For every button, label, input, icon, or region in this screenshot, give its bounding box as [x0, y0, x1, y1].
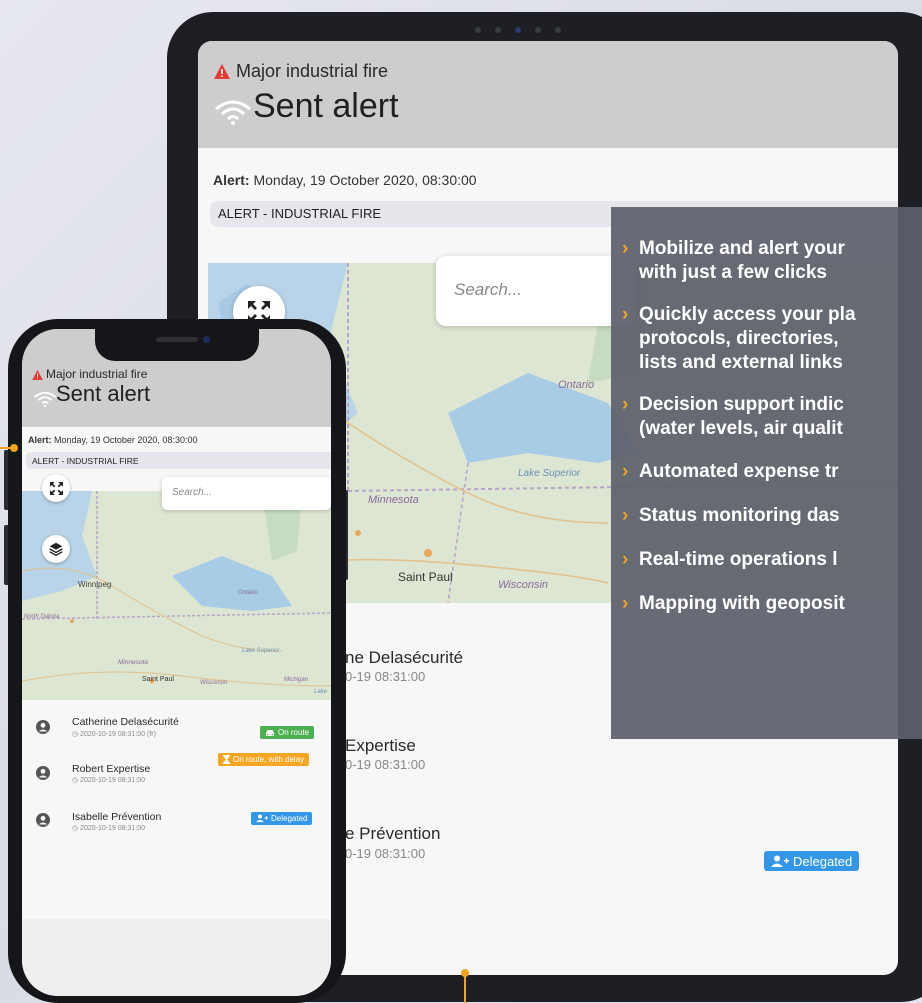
page-title: Sent alert — [56, 381, 151, 406]
alert-datetime: Monday, 19 October 2020, 08:30:00 — [54, 435, 198, 445]
map-label-ontario: Ontario — [558, 379, 594, 391]
wifi-icon — [215, 100, 251, 125]
badge-label: Delegated — [793, 853, 853, 869]
add-user-icon — [256, 814, 268, 823]
layers-button[interactable] — [42, 535, 70, 563]
status-badge-delayed: On route, with delay — [218, 753, 310, 766]
hourglass-icon — [223, 755, 230, 764]
feature-item: › Decision support indic (water levels, … — [622, 394, 844, 439]
badge-label: Delegated — [271, 814, 308, 823]
responder-name: Expertise — [345, 736, 416, 755]
alert-message-bar: ALERT - INDUSTRIAL FIRE — [26, 452, 331, 469]
alert-datetime: Monday, 19 October 2020, 08:30:00 — [253, 172, 477, 188]
responder-time: 0-19 08:31:00 — [345, 757, 426, 772]
feature-item: › Real-time operations l — [622, 549, 838, 570]
feature-item: › Quickly access your pla protocols, dir… — [622, 304, 856, 373]
car-icon — [266, 729, 274, 736]
alert-message: ALERT - INDUSTRIAL FIRE — [218, 206, 382, 221]
page-title: Sent alert — [253, 87, 399, 125]
search-placeholder: Search... — [172, 487, 213, 498]
search-placeholder: Search... — [454, 280, 523, 299]
badge-label: On route — [278, 728, 310, 737]
avatar-icon — [36, 720, 50, 734]
warning-icon — [214, 64, 230, 79]
map-label-winnipeg: Winnipeg — [78, 580, 111, 589]
chevron-right-icon: › — [622, 304, 629, 325]
avatar-icon — [36, 813, 50, 827]
layers-icon — [49, 542, 63, 556]
responder-time: ◷ 2020-10-19 08:31:00 (fr) — [72, 731, 156, 738]
alert-label: Alert: — [28, 435, 52, 445]
badge-label: On route, with delay — [233, 755, 305, 764]
warning-icon — [32, 370, 43, 380]
phone-screen: Major industrial fire Sent alert Alert: … — [22, 329, 331, 996]
phone-camera — [203, 336, 210, 343]
map-label-lake: Lake — [314, 689, 328, 695]
add-user-icon — [771, 855, 789, 867]
map-label-wisconsin: Wisconsin — [200, 680, 228, 686]
map-label-michigan: Michigan — [284, 677, 309, 683]
status-badge-on-route: On route — [260, 726, 315, 739]
phone-notch — [95, 329, 259, 361]
chevron-right-icon: › — [622, 394, 629, 415]
feature-item: › Mobilize and alert your with just a fe… — [622, 238, 845, 283]
avatar-icon — [36, 766, 50, 780]
chevron-right-icon: › — [622, 593, 629, 614]
alert-label: Alert: — [213, 172, 250, 188]
responder-name: e Prévention — [345, 824, 441, 843]
alert-datetime-line: Alert: Monday, 19 October 2020, 08:30:00 — [28, 435, 197, 445]
phone-map[interactable]: Winnipeg Ontario North Dakota Lake Super… — [22, 491, 331, 700]
map-label-saint-paul: Saint Paul — [398, 570, 453, 584]
responder-time: ◷ 2020-10-19 08:31:00 — [72, 777, 146, 784]
map-label-wisconsin: Wisconsin — [498, 579, 548, 591]
map-search-input[interactable]: Search... — [436, 256, 636, 326]
connector-dot — [10, 444, 18, 452]
tablet-camera — [475, 20, 615, 33]
alert-datetime-line: Alert: Monday, 19 October 2020, 08:30:00 — [213, 172, 477, 188]
responder-time: 0-19 08:31:00 — [345, 669, 426, 684]
responder-name: Catherine Delasécurité — [72, 716, 179, 728]
phone-speaker — [156, 337, 198, 342]
incident-name: Major industrial fire — [236, 61, 389, 81]
responder-name: Robert Expertise — [72, 763, 151, 775]
status-badge-delegated: Delegated — [764, 851, 860, 871]
chevron-right-icon: › — [622, 461, 629, 482]
map-label-lake-superior: Lake Superior — [518, 468, 581, 479]
alert-message: ALERT - INDUSTRIAL FIRE — [32, 456, 139, 466]
feature-item: › Status monitoring das — [622, 505, 840, 526]
feature-item: › Mapping with geoposit — [622, 593, 845, 614]
phone-footer-area — [22, 919, 331, 996]
incident-name: Major industrial fire — [46, 367, 148, 381]
features-overlay: › Mobilize and alert your with just a fe… — [611, 207, 922, 739]
connector-dot — [461, 969, 469, 977]
map-label-minnesota: Minnesota — [368, 494, 419, 506]
responder-time: ◷ 2020-10-19 08:31:00 — [72, 825, 146, 832]
wifi-icon — [33, 391, 57, 407]
responders-list: Catherine Delasécurité ◷ 2020-10-19 08:3… — [22, 709, 331, 909]
fullscreen-button[interactable] — [42, 474, 70, 502]
responder-time: 0-19 08:31:00 — [345, 846, 426, 861]
map-label-ontario: Ontario — [238, 590, 258, 596]
status-badge-delegated: Delegated — [251, 812, 313, 825]
connector-line — [464, 975, 466, 1003]
map-label-saint-paul: Saint Paul — [142, 676, 174, 683]
expand-arrows-icon — [49, 481, 63, 495]
chevron-right-icon: › — [622, 549, 629, 570]
tablet-header: Major industrial fire Sent alert — [198, 41, 898, 148]
responder-name: ne Delasécurité — [345, 648, 464, 667]
map-label-north-dakota: North Dakota — [24, 614, 60, 620]
map-label-minnesota: Minnesota — [118, 659, 148, 666]
map-search-input[interactable]: Search... — [162, 477, 331, 510]
chevron-right-icon: › — [622, 238, 629, 259]
responder-name: Isabelle Prévention — [72, 811, 162, 823]
chevron-right-icon: › — [622, 505, 629, 526]
map-label-lake-superior: Lake Superior — [242, 648, 280, 654]
feature-item: › Automated expense tr — [622, 461, 839, 482]
